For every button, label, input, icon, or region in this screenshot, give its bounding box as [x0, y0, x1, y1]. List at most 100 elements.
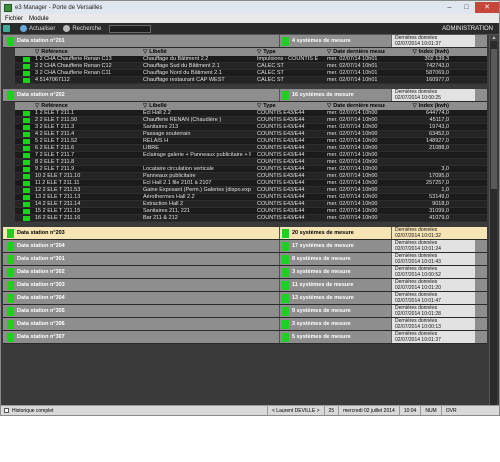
filter-icon[interactable]: ▽ [35, 49, 39, 55]
cell-libelle: Extraction Hall 2 [143, 201, 184, 207]
close-button[interactable]: ✕ [475, 1, 499, 13]
scroll-thumb[interactable] [491, 49, 497, 189]
divider [279, 253, 280, 265]
search-input[interactable] [109, 24, 152, 33]
station-header[interactable]: Data station n°201 4 systèmes de mesure De… [3, 35, 487, 48]
station-header[interactable]: Data station n°301 8 systèmes de mesure De… [3, 253, 487, 266]
filter-icon[interactable]: ▽ [327, 49, 331, 55]
cell-libelle: Panneaux publicitaire [143, 173, 196, 179]
status-indicator-icon [23, 160, 30, 165]
menu-module[interactable]: Module [29, 16, 49, 22]
table-row[interactable]: 2 2 CHA Chaufferie Renan C12 Chauffage Su… [15, 63, 487, 70]
station-header[interactable]: Data station n°304 13 systèmes de mesure D… [3, 292, 487, 305]
home-button[interactable] [3, 25, 12, 32]
table-row[interactable]: 2 2 ELE T 211.50 Chaufferie RENAN (Chaudi… [15, 117, 487, 124]
filter-icon[interactable]: ▽ [413, 103, 417, 109]
column-header-label: Index (kwh) [418, 49, 449, 55]
divider [279, 305, 280, 317]
filter-icon[interactable]: ▽ [257, 49, 261, 55]
table-row[interactable]: 4 2 ELE T 211.4 Passage souterrain COUNTIS… [15, 131, 487, 138]
table-row[interactable]: 1 2 ELE T 211.1 Ecl Hall 2.2 COUNTIS E43/E… [15, 110, 487, 117]
search-button[interactable]: Recherche [63, 25, 101, 32]
column-header-date[interactable]: ▽ Date dernière mesure [327, 49, 385, 55]
table-row[interactable]: 10 2 ELE T 211.10 Panneaux publicitaire CO… [15, 173, 487, 180]
column-header-type[interactable]: ▽ Type [257, 49, 319, 55]
status-indicator-icon [23, 216, 30, 221]
cell-index: 19743,0 [429, 124, 449, 130]
filter-icon[interactable]: ▽ [143, 49, 147, 55]
last-data-info: Dernières données 02/07/2014 10:00:25 [391, 89, 475, 101]
maximize-button[interactable]: □ [458, 2, 475, 13]
cell-date: mer. 02/07/14 10h00 [327, 138, 378, 144]
cell-reference: 16 2 ELE T 211.16 [35, 215, 81, 221]
cell-date: mer. 02/07/14 10h01 [327, 63, 378, 69]
cell-type: COUNTIS E43/E44 [257, 131, 305, 137]
filter-icon[interactable]: ▽ [143, 103, 147, 109]
status-indicator-icon [282, 307, 289, 316]
status-indicator-icon [282, 294, 289, 303]
station-name: Data station n°306 [17, 321, 65, 327]
table-row[interactable]: 11 2 ELE T 211.11 Ecl Hall 2.1 file 2101 … [15, 180, 487, 187]
station-header[interactable]: Data station n°203 20 systèmes de mesure D… [3, 227, 487, 240]
station-header[interactable]: Data station n°305 9 systèmes de mesure De… [3, 305, 487, 318]
station-header[interactable]: Data station n°204 17 systèmes de mesure D… [3, 240, 487, 253]
station-name: Data station n°307 [17, 334, 65, 340]
column-header-index[interactable]: ▽ Index (kwh) [387, 49, 450, 55]
column-header-libelle[interactable]: ▽ Libellé [143, 49, 251, 55]
cell-type: COUNTIS E43/E44 [257, 124, 305, 130]
last-data-date: 02/07/2014 10:01:24 [395, 245, 441, 252]
station-header[interactable]: Data station n°306 3 systèmes de mesure De… [3, 318, 487, 331]
refresh-button[interactable]: Actualiser [20, 25, 55, 32]
last-data-date: 02/07/2014 10:01:28 [395, 310, 441, 317]
table-row[interactable]: 16 2 ELE T 211.16 Bar 211 & 212 COUNTIS E4… [15, 215, 487, 222]
table-row[interactable]: 14 2 ELE T 211.14 Extraction Hall 2 COUNTI… [15, 201, 487, 208]
column-header-reference[interactable]: ▽ Référence [35, 103, 130, 109]
cell-type: COUNTIS E43/E44 [257, 152, 305, 158]
history-checkbox[interactable] [4, 408, 9, 413]
cell-index: 63452,0 [429, 131, 449, 137]
station-header[interactable]: Data station n°307 5 systèmes de mesure De… [3, 331, 487, 344]
vertical-scrollbar[interactable]: ▲ [489, 35, 498, 405]
menu-fichier[interactable]: Fichier [5, 16, 23, 22]
filter-icon[interactable]: ▽ [327, 103, 331, 109]
filter-icon[interactable]: ▽ [35, 103, 39, 109]
filter-icon[interactable]: ▽ [413, 49, 417, 55]
scroll-up-icon[interactable]: ▲ [490, 35, 498, 41]
filter-icon[interactable]: ▽ [257, 103, 261, 109]
table-row[interactable]: 4 5147067112 Chauffage restaurant CAP WES… [15, 77, 487, 84]
table-row[interactable]: 3 2 CHA Chaufferie Renan C11 Chauffage No… [15, 70, 487, 77]
station-header[interactable]: Data station n°303 11 systèmes de mesure D… [3, 279, 487, 292]
divider [279, 89, 280, 101]
table-header: ▽ Référence ▽ Libellé ▽ Type ▽ Date dernière me… [15, 48, 487, 56]
table-row[interactable]: 13 2 ELE T 211.13 Aérothermes Hall 2.2 COU… [15, 194, 487, 201]
station-name: Data station n°203 [17, 230, 65, 236]
station-name: Data station n°201 [17, 38, 65, 44]
status-indicator-icon [23, 139, 30, 144]
title-bar: e3 Manager - Porte de Versailles – □ ✕ [1, 1, 499, 14]
table-row[interactable]: 3 2 ELE T 211.3 Sanitaires 213 COUNTIS E43… [15, 124, 487, 131]
cell-type: COUNTIS E43/E44 [257, 180, 305, 186]
table-row[interactable]: 12 2 ELE T 211.53 Gaine Exposant (Perm.) … [15, 187, 487, 194]
station-header[interactable]: Data station n°202 16 systèmes de mesure D… [3, 89, 487, 102]
column-header-reference[interactable]: ▽ Référence [35, 49, 130, 55]
column-header-date[interactable]: ▽ Date dernière mesure [327, 103, 385, 109]
station-name: Data station n°302 [17, 269, 65, 275]
table-row[interactable]: 9 2 ELE T 211.9 Locataire circulation ver… [15, 166, 487, 173]
table-row[interactable]: 7 2 ELE T 211.7 Eclairage galerie + Panne… [15, 152, 487, 159]
column-header-index[interactable]: ▽ Index (kwh) [387, 103, 450, 109]
cell-reference: 4 5147067112 [35, 77, 70, 83]
last-data-date: 02/07/2014 10:00:52 [395, 271, 441, 278]
column-header-type[interactable]: ▽ Type [257, 103, 319, 109]
table-row[interactable]: 15 2 ELE T 211.15 Sanitaires 211, 221 COUN… [15, 208, 487, 215]
station-header[interactable]: Data station n°302 3 systèmes de mesure De… [3, 266, 487, 279]
cell-date: mer. 02/07/14 10h00 [327, 215, 378, 221]
column-header-libelle[interactable]: ▽ Libellé [143, 103, 251, 109]
table-row[interactable]: 1 2 CHA Chaufferie Renan C13 Chauffage du… [15, 56, 487, 63]
cell-type: COUNTIS E43/E44 [257, 201, 305, 207]
station-name: Data station n°301 [17, 256, 65, 262]
divider [279, 266, 280, 278]
table-row[interactable]: 8 2 ELE T 211.8 COUNTIS E43/E44 mer. 02/07… [15, 159, 487, 166]
table-row[interactable]: 6 2 ELE T 211.6 LIBRE COUNTIS E43/E44 mer. … [15, 145, 487, 152]
minimize-button[interactable]: – [441, 2, 458, 13]
table-row[interactable]: 5 2 ELE T 211.52 RELAIS H COUNTIS E43/E44 m… [15, 138, 487, 145]
